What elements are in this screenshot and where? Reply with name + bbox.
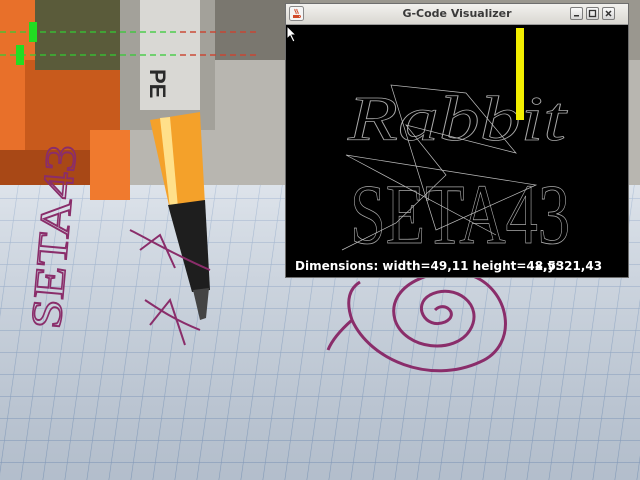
minimize-button[interactable] <box>570 7 583 20</box>
toolpath-drawing: Rabbit SETA43 <box>341 28 570 262</box>
close-icon <box>605 10 612 17</box>
coordinates-readout: x,y: 21,43 <box>535 259 603 273</box>
toolpath-text-line2: SETA43 <box>350 166 570 262</box>
dimensions-readout: Dimensions: width=49,11 height=48,53 <box>295 259 565 273</box>
close-button[interactable] <box>602 7 615 20</box>
maximize-icon <box>588 9 597 18</box>
minimize-icon <box>574 15 579 17</box>
tool-position-marker <box>516 28 524 120</box>
pen-label: PE <box>145 69 170 98</box>
gcode-visualizer-window[interactable]: G-Code Visualizer Rabbit SETA43 Dimensio… <box>285 3 629 278</box>
gcode-canvas[interactable]: Rabbit SETA43 Dimensions: width=49,11 he… <box>286 25 628 277</box>
title-bar[interactable]: G-Code Visualizer <box>286 4 628 25</box>
mouse-pointer-icon <box>286 25 298 43</box>
toolpath-text-line1: Rabbit <box>347 83 569 154</box>
maximize-button[interactable] <box>586 7 599 20</box>
